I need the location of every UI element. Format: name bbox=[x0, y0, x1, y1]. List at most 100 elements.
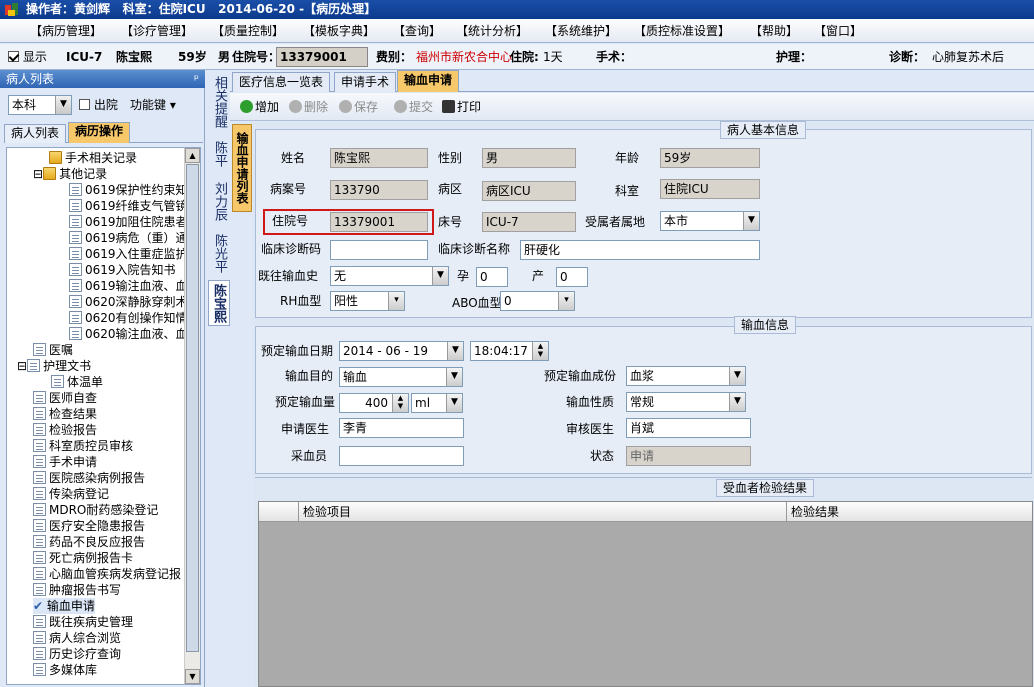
reviewer-input[interactable]: 肖斌 bbox=[626, 418, 751, 438]
date-picker[interactable]: 2014 - 06 - 19 ▼ bbox=[339, 341, 464, 361]
tab-patient[interactable]: 刘力辰 bbox=[208, 176, 230, 226]
tree-scrollbar[interactable]: ▲ ▼ bbox=[184, 148, 200, 684]
tree-node[interactable]: 科室质控员审核 bbox=[33, 438, 133, 454]
discharged-checkbox[interactable] bbox=[79, 99, 90, 110]
spinner-icon[interactable]: ▲ ▼ bbox=[532, 342, 548, 360]
tree-node[interactable]: 医师自查 bbox=[33, 390, 97, 406]
unit-select[interactable]: ml ▼ bbox=[411, 393, 463, 413]
collapse-icon[interactable]: ⊟ bbox=[17, 359, 27, 373]
tab-patient-list[interactable]: 病人列表 bbox=[4, 124, 67, 143]
tab-medical-overview[interactable]: 医疗信息一览表 bbox=[232, 72, 331, 92]
chevron-down-icon[interactable]: ▾ bbox=[388, 292, 404, 310]
tree-node[interactable]: 药品不良反应报告 bbox=[33, 534, 145, 550]
print-button[interactable]: 打印 bbox=[442, 99, 481, 115]
tree-node[interactable]: 检验报告 bbox=[33, 422, 97, 438]
tree-node-selected[interactable]: ✔ 输血申请 bbox=[33, 598, 95, 614]
tree-node[interactable]: ⊟ 护理文书 bbox=[17, 358, 91, 374]
dx-code-input[interactable] bbox=[330, 240, 428, 260]
function-key-menu[interactable]: 功能键 ▾ bbox=[130, 98, 176, 112]
tree-node[interactable]: 0619病危（重）通 bbox=[69, 230, 188, 246]
chevron-down-icon[interactable]: ▼ bbox=[743, 212, 759, 230]
tree-node[interactable]: 0619纤维支气管镜 bbox=[69, 198, 188, 214]
tree-node[interactable]: MDRO耐药感染登记 bbox=[33, 502, 158, 518]
tab-record-ops[interactable]: 病历操作 bbox=[68, 122, 131, 143]
tab-related-reminders[interactable]: 相关提醒 bbox=[208, 72, 230, 132]
tree-node[interactable]: 肿瘤报告书写 bbox=[33, 582, 121, 598]
tab-patient[interactable]: 陈平 bbox=[208, 136, 230, 172]
scroll-up-icon[interactable]: ▲ bbox=[185, 148, 200, 163]
tree-node[interactable]: 0619输注血液、血 bbox=[69, 278, 188, 294]
menu-help[interactable]: 【帮助】 bbox=[750, 23, 798, 39]
tree-node[interactable]: 心脑血管疾病发病登记报 bbox=[33, 566, 181, 582]
chevron-down-icon[interactable]: ▼ bbox=[55, 96, 71, 114]
tree-node[interactable]: 多媒体库 bbox=[33, 662, 97, 678]
collapse-icon[interactable]: ⊟ bbox=[33, 167, 43, 181]
tree-node[interactable]: 手术相关记录 bbox=[49, 150, 137, 166]
history-select[interactable]: 无 ▼ bbox=[330, 266, 449, 286]
chevron-down-icon[interactable]: ▼ bbox=[729, 393, 745, 411]
tab-patient-active[interactable]: 陈宝熙 bbox=[208, 280, 230, 326]
tree-node[interactable]: 0619入院告知书 bbox=[69, 262, 176, 278]
birth-input[interactable]: 0 bbox=[556, 267, 588, 287]
discharged-toggle[interactable]: 出院 bbox=[79, 98, 118, 112]
abo-select[interactable]: 0 ▾ bbox=[500, 291, 575, 311]
show-checkbox[interactable] bbox=[8, 51, 19, 62]
show-toggle[interactable]: 显示 bbox=[8, 50, 47, 64]
menu-diagnosis-mgmt[interactable]: 【诊疗管理】 bbox=[121, 23, 193, 39]
tree-node[interactable]: 医疗安全隐患报告 bbox=[33, 518, 145, 534]
menu-quality-control[interactable]: 【质量控制】 bbox=[212, 23, 284, 39]
chevron-down-icon[interactable]: ▼ bbox=[446, 394, 462, 412]
component-select[interactable]: 血浆 ▼ bbox=[626, 366, 746, 386]
tree-node[interactable]: 0619保护性约束知 bbox=[69, 182, 188, 198]
add-button[interactable]: 增加 bbox=[240, 99, 279, 115]
time-spinner[interactable]: 18:04:17 ▲ ▼ bbox=[470, 341, 549, 361]
tree-node[interactable]: 检查结果 bbox=[33, 406, 97, 422]
menu-record-mgmt[interactable]: 【病历管理】 bbox=[30, 23, 102, 39]
transfusion-list-tab[interactable]: 输血申请列表 bbox=[232, 124, 252, 212]
col-test-result[interactable]: 检验结果 bbox=[787, 502, 1034, 522]
chevron-down-icon[interactable]: ▼ bbox=[729, 367, 745, 385]
col-test-item[interactable]: 检验项目 bbox=[299, 502, 787, 522]
tab-transfusion-request[interactable]: 输血申请 bbox=[397, 70, 460, 92]
tree-node[interactable]: 0620输注血液、血 bbox=[69, 326, 188, 342]
tree-node[interactable]: 手术申请 bbox=[33, 454, 97, 470]
tree-node[interactable]: 医嘱 bbox=[33, 342, 73, 358]
tab-patient[interactable]: 陈光平 bbox=[208, 228, 230, 278]
calendar-dropdown-icon[interactable]: ▼ bbox=[447, 342, 463, 360]
purpose-select[interactable]: 输血 ▼ bbox=[339, 367, 463, 387]
amount-spinner[interactable]: 400 ▲ ▼ bbox=[339, 393, 409, 413]
tree-node[interactable]: 体温单 bbox=[51, 374, 103, 390]
save-button[interactable]: 保存 bbox=[339, 99, 378, 115]
tree-node[interactable]: 历史诊疗查询 bbox=[33, 646, 121, 662]
tree-node[interactable]: 医院感染病例报告 bbox=[33, 470, 145, 486]
menu-qc-standard[interactable]: 【质控标准设置】 bbox=[634, 23, 730, 39]
tree-node[interactable]: 0619加阻住院患者 bbox=[69, 214, 188, 230]
collector-input[interactable] bbox=[339, 446, 464, 466]
tree-node[interactable]: 0620有创操作知情 bbox=[69, 310, 188, 326]
dept-select[interactable]: 本科 ▼ bbox=[8, 95, 72, 115]
tree-node[interactable]: 死亡病例报告卡 bbox=[33, 550, 133, 566]
menu-statistics[interactable]: 【统计分析】 bbox=[456, 23, 528, 39]
tab-surgery-request[interactable]: 申请手术 bbox=[334, 72, 397, 92]
tree-node[interactable]: 传染病登记 bbox=[33, 486, 109, 502]
tree-node[interactable]: ⊟ 其他记录 bbox=[33, 166, 107, 182]
tree-node[interactable]: 既往疾病史管理 bbox=[33, 614, 133, 630]
tree-node[interactable]: 0619入住重症监护 bbox=[69, 246, 188, 262]
delete-button[interactable]: 删除 bbox=[289, 99, 328, 115]
scroll-down-icon[interactable]: ▼ bbox=[185, 669, 200, 684]
pregnancy-input[interactable]: 0 bbox=[476, 267, 508, 287]
submit-button[interactable]: 提交 bbox=[394, 99, 433, 115]
dx-name-input[interactable]: 肝硬化 bbox=[520, 240, 760, 260]
chevron-down-icon[interactable]: ▾ bbox=[558, 292, 574, 310]
rh-select[interactable]: 阳性 ▾ bbox=[330, 291, 405, 311]
menu-template-dict[interactable]: 【模板字典】 bbox=[303, 23, 375, 39]
scroll-thumb[interactable] bbox=[186, 164, 199, 652]
chevron-down-icon[interactable]: ▼ bbox=[446, 368, 462, 386]
spinner-icon[interactable]: ▲ ▼ bbox=[392, 394, 408, 412]
menu-query[interactable]: 【查询】 bbox=[393, 23, 441, 39]
menu-system[interactable]: 【系统维护】 bbox=[545, 23, 617, 39]
nature-select[interactable]: 常规 ▼ bbox=[626, 392, 746, 412]
region-select[interactable]: 本市 ▼ bbox=[660, 211, 760, 231]
menu-window[interactable]: 【窗口】 bbox=[814, 23, 862, 39]
tree-node[interactable]: 病人综合浏览 bbox=[33, 630, 121, 646]
